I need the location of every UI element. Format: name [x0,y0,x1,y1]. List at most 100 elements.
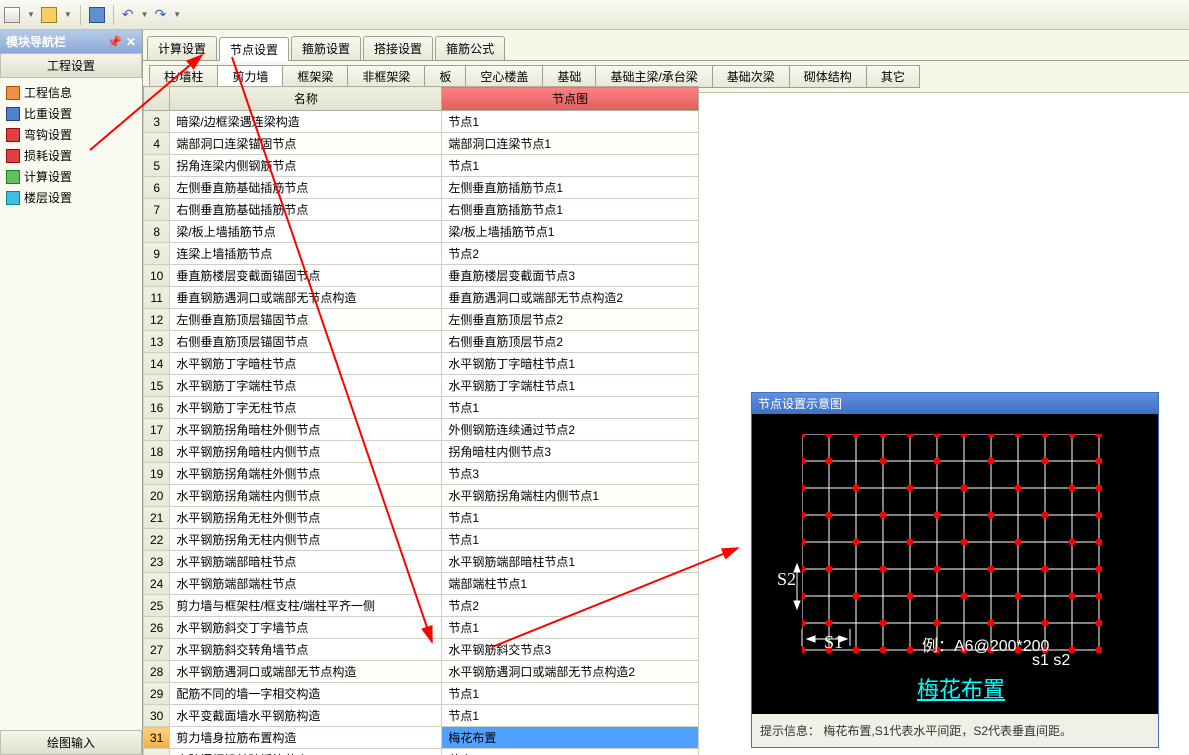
primary-tab[interactable]: 箍筋公式 [435,36,505,60]
row-value[interactable]: 节点1 [442,529,699,551]
table-row[interactable]: 22水平钢筋拐角无柱内侧节点节点1 [144,529,699,551]
open-file-icon[interactable] [41,7,57,23]
secondary-tab[interactable]: 非框架梁 [347,65,425,88]
row-value[interactable]: 右侧垂直筋顶层节点2 [442,331,699,353]
primary-tab[interactable]: 箍筋设置 [291,36,361,60]
table-row[interactable]: 13右侧垂直筋顶层锚固节点右侧垂直筋顶层节点2 [144,331,699,353]
table-row[interactable]: 15水平钢筋丁字端柱节点水平钢筋丁字端柱节点1 [144,375,699,397]
secondary-tab[interactable]: 基础 [542,65,596,88]
secondary-tab[interactable]: 其它 [866,65,920,88]
table-row[interactable]: 6左侧垂直筋基础插筋节点左侧垂直筋插筋节点1 [144,177,699,199]
row-number: 18 [144,441,170,463]
secondary-tab[interactable]: 基础次梁 [712,65,790,88]
row-value[interactable]: 节点2 [442,243,699,265]
dropdown-icon[interactable]: ▼ [27,10,35,19]
table-row[interactable]: 16水平钢筋丁字无柱节点节点1 [144,397,699,419]
layout-link[interactable]: 梅花布置 [917,672,1005,704]
table-row[interactable]: 26水平钢筋斜交丁字墙节点节点1 [144,617,699,639]
secondary-tab[interactable]: 基础主梁/承台梁 [595,65,712,88]
row-value[interactable]: 垂直筋遇洞口或端部无节点构造2 [442,287,699,309]
table-row[interactable]: 20水平钢筋拐角端柱内侧节点水平钢筋拐角端柱内侧节点1 [144,485,699,507]
undo-icon[interactable]: ↶ [122,6,134,23]
row-value[interactable]: 水平钢筋丁字暗柱节点1 [442,353,699,375]
row-value[interactable]: 水平钢筋遇洞口或端部无节点构造2 [442,661,699,683]
table-row[interactable]: 7右侧垂直筋基础插筋节点右侧垂直筋插筋节点1 [144,199,699,221]
table-row[interactable]: 10垂直筋楼层变截面锚固节点垂直筋楼层变截面节点3 [144,265,699,287]
row-value[interactable]: 节点3 [442,463,699,485]
row-value[interactable]: 水平钢筋拐角端柱内侧节点1 [442,485,699,507]
row-value[interactable]: 节点1 [442,111,699,133]
table-row[interactable]: 25剪力墙与框架柱/框支柱/端柱平齐一侧节点2 [144,595,699,617]
section-header[interactable]: 工程设置 [0,53,142,78]
nav-item[interactable]: 损耗设置 [2,145,140,166]
table-row[interactable]: 32人防门框墙基础插筋节点节点一 [144,749,699,755]
row-name: 水平钢筋拐角端柱外侧节点 [170,463,442,485]
table-row[interactable]: 27水平钢筋斜交转角墙节点水平钢筋斜交节点3 [144,639,699,661]
row-value[interactable]: 右侧垂直筋插筋节点1 [442,199,699,221]
secondary-tab[interactable]: 板 [424,65,466,88]
nav-item[interactable]: 楼层设置 [2,187,140,208]
nav-item[interactable]: 弯钩设置 [2,124,140,145]
row-value[interactable]: 节点1 [442,507,699,529]
table-row[interactable]: 30水平变截面墙水平钢筋构造节点1 [144,705,699,727]
row-value[interactable]: 垂直筋楼层变截面节点3 [442,265,699,287]
row-value[interactable]: 水平钢筋丁字端柱节点1 [442,375,699,397]
row-value[interactable]: 外侧钢筋连续通过节点2 [442,419,699,441]
dropdown-icon[interactable]: ▼ [141,10,149,19]
save-icon[interactable] [89,7,105,23]
row-value[interactable]: 节点一 [442,749,699,755]
secondary-tab[interactable]: 空心楼盖 [465,65,543,88]
secondary-tab[interactable]: 剪力墙 [217,65,283,88]
primary-tab[interactable]: 节点设置 [219,37,289,61]
new-file-icon[interactable] [4,7,20,23]
nav-item[interactable]: 比重设置 [2,103,140,124]
nav-item[interactable]: 计算设置 [2,166,140,187]
table-row[interactable]: 5拐角连梁内侧钢筋节点节点1 [144,155,699,177]
pin-icon[interactable]: 📌 [107,35,122,49]
table-row[interactable]: 17水平钢筋拐角暗柱外侧节点外侧钢筋连续通过节点2 [144,419,699,441]
row-value[interactable]: 梅花布置 [442,727,699,749]
row-value[interactable]: 梁/板上墙插筋节点1 [442,221,699,243]
secondary-tab[interactable]: 柱/墙柱 [149,65,218,88]
dropdown-icon[interactable]: ▼ [173,10,181,19]
row-value[interactable]: 拐角暗柱内侧节点3 [442,441,699,463]
row-value[interactable]: 左侧垂直筋插筋节点1 [442,177,699,199]
table-row[interactable]: 28水平钢筋遇洞口或端部无节点构造水平钢筋遇洞口或端部无节点构造2 [144,661,699,683]
table-row[interactable]: 19水平钢筋拐角端柱外侧节点节点3 [144,463,699,485]
table-row[interactable]: 3暗梁/边框梁遇连梁构造节点1 [144,111,699,133]
table-row[interactable]: 4端部洞口连梁锚固节点端部洞口连梁节点1 [144,133,699,155]
row-number: 17 [144,419,170,441]
table-row[interactable]: 31剪力墙身拉筋布置构造梅花布置 [144,727,699,749]
row-value[interactable]: 节点2 [442,595,699,617]
table-row[interactable]: 18水平钢筋拐角暗柱内侧节点拐角暗柱内侧节点3 [144,441,699,463]
table-row[interactable]: 21水平钢筋拐角无柱外侧节点节点1 [144,507,699,529]
row-number: 8 [144,221,170,243]
row-value[interactable]: 节点1 [442,705,699,727]
primary-tab[interactable]: 计算设置 [147,36,217,60]
row-value[interactable]: 节点1 [442,155,699,177]
row-value[interactable]: 节点1 [442,397,699,419]
row-value[interactable]: 节点1 [442,617,699,639]
row-value[interactable]: 水平钢筋斜交节点3 [442,639,699,661]
nav-item[interactable]: 工程信息 [2,82,140,103]
secondary-tab[interactable]: 框架梁 [282,65,348,88]
row-value[interactable]: 节点1 [442,683,699,705]
row-value[interactable]: 水平钢筋端部暗柱节点1 [442,551,699,573]
table-row[interactable]: 12左侧垂直筋顶层锚固节点左侧垂直筋顶层节点2 [144,309,699,331]
table-row[interactable]: 24水平钢筋端部端柱节点端部端柱节点1 [144,573,699,595]
table-row[interactable]: 9连梁上墙插筋节点节点2 [144,243,699,265]
row-value[interactable]: 端部端柱节点1 [442,573,699,595]
primary-tab[interactable]: 搭接设置 [363,36,433,60]
table-row[interactable]: 23水平钢筋端部暗柱节点水平钢筋端部暗柱节点1 [144,551,699,573]
secondary-tab[interactable]: 砌体结构 [789,65,867,88]
dropdown-icon[interactable]: ▼ [64,10,72,19]
row-value[interactable]: 左侧垂直筋顶层节点2 [442,309,699,331]
redo-icon[interactable]: ↷ [155,6,167,23]
table-row[interactable]: 29配筋不同的墙一字相交构造节点1 [144,683,699,705]
table-row[interactable]: 8梁/板上墙插筋节点梁/板上墙插筋节点1 [144,221,699,243]
row-value[interactable]: 端部洞口连梁节点1 [442,133,699,155]
draw-input-button[interactable]: 绘图输入 [0,730,142,755]
table-row[interactable]: 11垂直钢筋遇洞口或端部无节点构造垂直筋遇洞口或端部无节点构造2 [144,287,699,309]
table-row[interactable]: 14水平钢筋丁字暗柱节点水平钢筋丁字暗柱节点1 [144,353,699,375]
close-icon[interactable]: ✕ [126,35,136,49]
